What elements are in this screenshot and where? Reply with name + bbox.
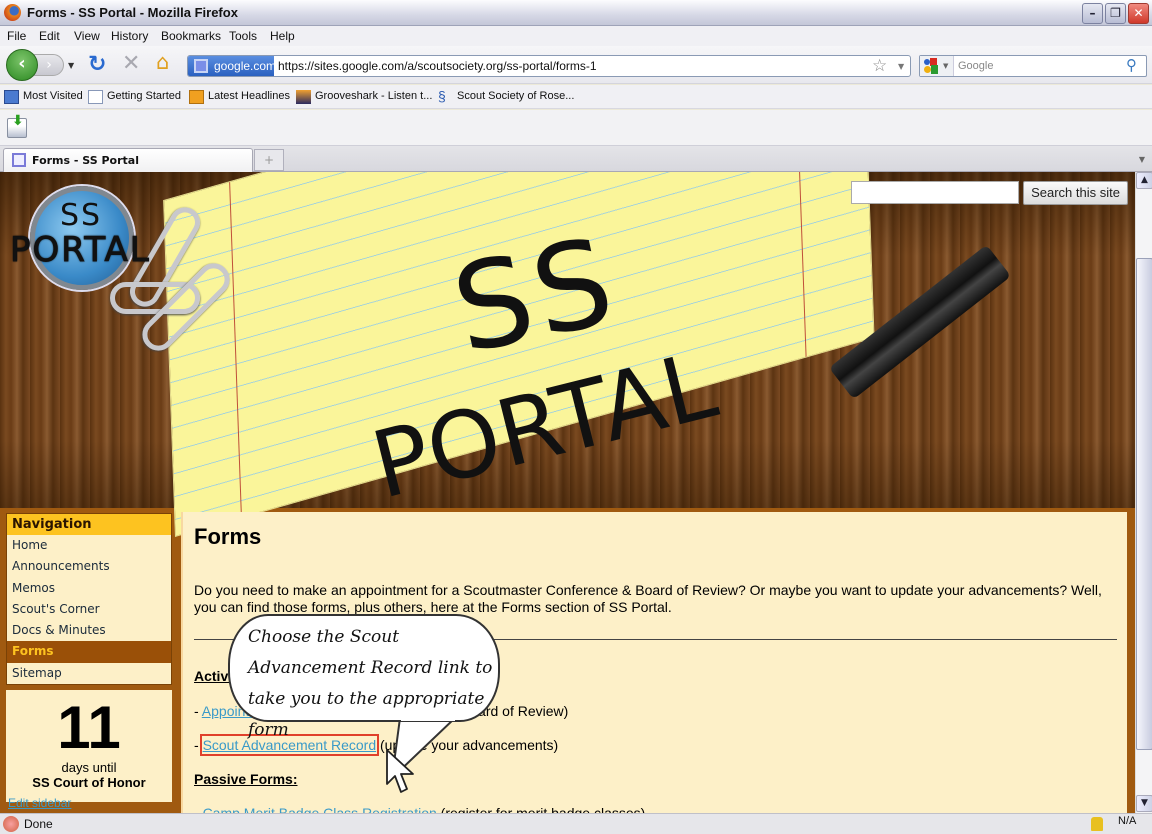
back-button[interactable]: ‹ (6, 49, 38, 81)
scout-society-icon: § (438, 88, 446, 104)
tab-forms-ss-portal[interactable]: Forms - SS Portal (3, 148, 253, 172)
tab-label: Forms - SS Portal (32, 154, 139, 167)
bookmark-getting-started[interactable]: Getting Started (88, 90, 181, 104)
url-text[interactable]: https://sites.google.com/a/scoutsociety.… (278, 59, 597, 73)
menu-tools[interactable]: Tools (229, 29, 257, 43)
vertical-scrollbar[interactable]: ▲ ▼ (1135, 172, 1152, 813)
menu-file[interactable]: File (7, 29, 26, 43)
instruction-callout: Choose the Scout Advancement Record link… (228, 614, 500, 740)
sidebar-item-scouts-corner[interactable]: Scout's Corner (7, 599, 171, 620)
menu-help[interactable]: Help (270, 29, 295, 43)
address-bar[interactable]: google.com https://sites.google.com/a/sc… (187, 55, 911, 77)
sidebar-item-forms[interactable]: Forms (7, 641, 171, 663)
countdown-until: days until (61, 760, 117, 776)
bookmark-grooveshark[interactable]: Grooveshark - Listen t... (296, 90, 432, 104)
forward-button[interactable]: › (34, 54, 64, 76)
intro-paragraph: Do you need to make an appointment for a… (194, 582, 1102, 615)
menu-bookmarks[interactable]: Bookmarks (161, 29, 221, 43)
tab-favicon (12, 153, 26, 167)
menu-edit[interactable]: Edit (39, 29, 60, 43)
sidebar-item-docs-minutes[interactable]: Docs & Minutes (7, 620, 171, 641)
site-favicon (194, 59, 208, 73)
form-item-camp-registration: - Camp Merit Badge Class Registration (r… (194, 805, 645, 813)
site-header-banner: SS PORTAL SS PORTAL Search this site (0, 172, 1135, 537)
grooveshark-icon (296, 90, 311, 104)
home-icon[interactable]: ⌂ (156, 50, 169, 74)
logo-text-ss: SS (60, 198, 103, 233)
bookmarks-toolbar: Most Visited Getting Started Latest Head… (0, 85, 1152, 109)
bookmark-most-visited[interactable]: Most Visited (4, 90, 83, 104)
window-title: Forms - SS Portal - Mozilla Firefox (27, 5, 238, 20)
page-icon (88, 90, 103, 104)
magnifier-search-icon[interactable]: ⚲ (1126, 56, 1137, 74)
firefox-icon (4, 4, 21, 21)
scroll-up-arrow-icon[interactable]: ▲ (1136, 172, 1152, 189)
download-icon[interactable]: ⬇ (7, 113, 27, 138)
site-identity-label: google.com (214, 59, 277, 73)
callout-text: Choose the Scout Advancement Record link… (248, 627, 493, 740)
web-search-box[interactable]: ▼ Google ⚲ (919, 55, 1147, 77)
site-identity-button[interactable]: google.com (188, 56, 277, 76)
camp-registration-link[interactable]: Camp Merit Badge Class Registration (203, 805, 437, 813)
search-site-button[interactable]: Search this site (1023, 181, 1128, 205)
tab-bar: Forms - SS Portal + ▼ (0, 146, 1152, 172)
navigation-box: Navigation Home Announcements Memos Scou… (6, 513, 172, 686)
bookmark-latest-headlines[interactable]: Latest Headlines (189, 90, 290, 104)
search-placeholder: Google (958, 60, 994, 72)
window-title-bar: Forms - SS Portal - Mozilla Firefox – ❐ … (0, 0, 1152, 26)
minimize-button[interactable]: – (1082, 3, 1103, 24)
sidebar: Navigation Home Announcements Memos Scou… (6, 513, 172, 803)
countdown-widget: 11 days until SS Court of Honor (6, 690, 172, 803)
status-bar: Done N/A (0, 813, 1152, 834)
sidebar-item-announcements[interactable]: Announcements (7, 556, 171, 577)
close-button[interactable]: ✕ (1128, 3, 1149, 24)
new-tab-button[interactable]: + (254, 149, 284, 171)
logo-text-portal: PORTAL (10, 230, 151, 271)
mouse-cursor-icon (386, 749, 414, 793)
bookmark-scout-society[interactable]: § Scout Society of Rose... (438, 88, 574, 104)
tab-list-dropdown-icon[interactable]: ▼ (1133, 149, 1151, 171)
site-search-input[interactable] (851, 181, 1019, 204)
menu-history[interactable]: History (111, 29, 148, 43)
reload-icon[interactable]: ↻ (88, 52, 106, 77)
status-text: Done (24, 817, 53, 831)
restore-button[interactable]: ❐ (1105, 3, 1126, 24)
history-dropdown-icon[interactable]: ▼ (68, 61, 74, 70)
countdown-event: SS Court of Honor (32, 775, 146, 791)
security-status: N/A (1118, 815, 1137, 827)
menu-view[interactable]: View (74, 29, 100, 43)
page-title: Forms (194, 524, 262, 549)
sidebar-item-memos[interactable]: Memos (7, 578, 171, 599)
sidebar-item-sitemap[interactable]: Sitemap (7, 663, 171, 684)
lock-icon[interactable] (1091, 817, 1103, 831)
page-viewport: SS PORTAL SS PORTAL Search this site Nav… (0, 172, 1135, 813)
countdown-number: 11 (57, 694, 121, 762)
scrollbar-thumb[interactable] (1136, 258, 1152, 750)
sidebar-item-home[interactable]: Home (7, 535, 171, 556)
url-dropdown-icon[interactable]: ▼ (898, 62, 904, 71)
addon-status-icon[interactable] (3, 816, 19, 832)
search-engine-selector[interactable]: ▼ (920, 56, 954, 76)
navigation-heading: Navigation (7, 514, 171, 535)
scroll-down-arrow-icon[interactable]: ▼ (1136, 795, 1152, 812)
passive-forms-heading: Passive Forms: (194, 771, 298, 787)
stop-icon[interactable]: ✕ (122, 51, 140, 76)
menu-bar: File Edit View History Bookmarks Tools H… (0, 26, 1152, 46)
rss-icon (189, 90, 204, 104)
folder-icon (4, 90, 19, 104)
addon-toolbar: ⬇ (0, 110, 1152, 146)
bookmark-star-icon[interactable]: ☆ (872, 56, 887, 76)
edit-sidebar-link[interactable]: Edit sidebar (8, 796, 71, 810)
